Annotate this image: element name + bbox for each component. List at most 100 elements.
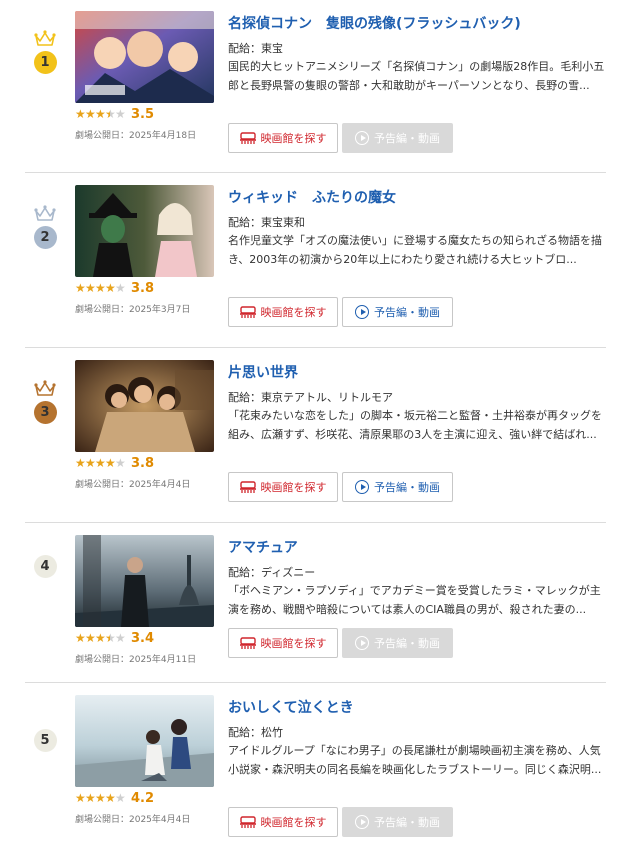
star-icon: ★ xyxy=(115,791,126,805)
star-icon: ★ xyxy=(75,456,86,470)
trailer-label: 予告編・動画 xyxy=(374,637,440,650)
find-theater-label: 映画館を探す xyxy=(260,306,327,319)
find-theater-label: 映画館を探す xyxy=(260,816,327,829)
trailer-label: 予告編・動画 xyxy=(374,481,440,494)
synopsis: 「花束みたいな恋をした」の脚本・坂元裕二と監督・土井裕泰が再タッグを組み、広瀬す… xyxy=(228,409,602,441)
release-date: 劇場公開日：2025年4月4日 xyxy=(75,480,191,490)
rating: ★ ★ ★ ★ ★ 3.8 xyxy=(75,455,155,471)
movie-poster[interactable] xyxy=(75,11,214,103)
movie-poster[interactable] xyxy=(75,535,214,627)
rating-stars: ★ ★ ★ ★ ★ xyxy=(75,107,126,121)
release-date: 劇場公開日：2025年3月7日 xyxy=(75,305,191,315)
trailer-label: 予告編・動画 xyxy=(374,816,440,829)
star-icon: ★ xyxy=(95,107,106,121)
find-theater-button[interactable]: 映画館を探す xyxy=(228,628,338,658)
movie-title[interactable]: 片思い世界 xyxy=(228,362,298,382)
rank-number: 5 xyxy=(33,729,57,752)
star-icon: ★ xyxy=(105,107,116,121)
star-icon: ★ xyxy=(95,631,106,645)
find-theater-button[interactable]: 映画館を探す xyxy=(228,472,338,502)
star-icon: ★ xyxy=(105,631,116,645)
star-icon: ★ xyxy=(75,631,86,645)
star-icon: ★ xyxy=(75,791,86,805)
movie-poster[interactable] xyxy=(75,695,214,787)
find-theater-button[interactable]: 映画館を探す xyxy=(228,807,338,837)
trailer-button: 予告編・動画 xyxy=(342,123,453,153)
rating-stars: ★ ★ ★ ★ ★ xyxy=(75,791,126,805)
play-circle-icon xyxy=(355,131,369,145)
star-icon: ★ xyxy=(105,456,116,470)
theater-seat-icon xyxy=(239,636,256,649)
crown-icon xyxy=(34,30,56,46)
movie-poster[interactable] xyxy=(75,185,214,277)
star-icon: ★ xyxy=(85,456,96,470)
rank-number: 2 xyxy=(33,226,57,249)
star-icon: ★ xyxy=(85,631,96,645)
theater-seat-icon xyxy=(239,131,256,144)
rating: ★ ★ ★ ★ ★ 3.8 xyxy=(75,280,155,296)
rating-score: 3.8 xyxy=(131,455,155,471)
movie-title[interactable]: アマチュア xyxy=(228,537,298,557)
trailer-button: 予告編・動画 xyxy=(342,807,453,837)
ranking-item-2: 2 ★ ★ ★ ★ ★ 3.8 劇場公開日：2025年3月7日 ウィキッド ふたりの魔女 xyxy=(0,172,640,347)
trailer-button[interactable]: 予告編・動画 xyxy=(342,472,453,502)
theater-seat-icon xyxy=(239,480,256,493)
theater-seat-icon xyxy=(239,815,256,828)
rank-number: 1 xyxy=(33,51,57,74)
rating-score: 4.2 xyxy=(131,790,155,806)
star-icon: ★ xyxy=(105,791,116,805)
rank-number: 4 xyxy=(33,555,57,578)
star-icon: ★ xyxy=(75,281,86,295)
movie-title[interactable]: ウィキッド ふたりの魔女 xyxy=(228,187,396,207)
rating: ★ ★ ★ ★ ★ 3.5 xyxy=(75,106,155,122)
star-icon: ★ xyxy=(115,281,126,295)
play-circle-icon xyxy=(355,305,369,319)
find-theater-button[interactable]: 映画館を探す xyxy=(228,123,338,153)
distributor: 配給：松竹 xyxy=(228,726,283,739)
rating-stars: ★ ★ ★ ★ ★ xyxy=(75,631,126,645)
rating-score: 3.8 xyxy=(131,280,155,296)
distributor: 配給：東宝東和 xyxy=(228,216,305,229)
star-icon: ★ xyxy=(75,107,86,121)
ranking-list: 1 ★ ★ ★ ★ ★ 3.5 劇場公開日：2025年4月18日 名探偵コナン 隻眼の残… xyxy=(0,0,640,850)
rating-score: 3.4 xyxy=(131,630,155,646)
rating-stars: ★ ★ ★ ★ ★ xyxy=(75,281,126,295)
ranking-item-3: 3 ★ ★ ★ ★ ★ 3.8 劇場公開日：2025年4月4日 片思い世界 配給：東京テ… xyxy=(0,347,640,522)
play-circle-icon xyxy=(355,815,369,829)
distributor: 配給：ディズニー xyxy=(228,566,316,579)
star-icon: ★ xyxy=(85,791,96,805)
trailer-button: 予告編・動画 xyxy=(342,628,453,658)
star-icon: ★ xyxy=(95,281,106,295)
rating-score: 3.5 xyxy=(131,106,155,122)
rating: ★ ★ ★ ★ ★ 3.4 xyxy=(75,630,155,646)
star-icon: ★ xyxy=(85,107,96,121)
find-theater-label: 映画館を探す xyxy=(260,132,327,145)
synopsis: 国民的大ヒットアニメシリーズ「名探偵コナン」の劇場版28作目。毛利小五郎と長野県… xyxy=(228,60,605,92)
crown-icon xyxy=(34,205,56,221)
release-date: 劇場公開日：2025年4月4日 xyxy=(75,815,191,825)
trailer-button[interactable]: 予告編・動画 xyxy=(342,297,453,327)
movie-title[interactable]: おいしくて泣くとき xyxy=(228,697,354,717)
movie-poster[interactable] xyxy=(75,360,214,452)
release-date: 劇場公開日：2025年4月11日 xyxy=(75,655,197,665)
rank-block: 2 xyxy=(30,205,60,249)
rating: ★ ★ ★ ★ ★ 4.2 xyxy=(75,790,155,806)
ranking-item-5: 5 ★ ★ ★ ★ ★ 4.2 劇場公開日：2025年4月4日 おいしくて泣くとき 配給… xyxy=(0,682,640,850)
rank-block: 3 xyxy=(30,380,60,424)
play-circle-icon xyxy=(355,480,369,494)
release-date: 劇場公開日：2025年4月18日 xyxy=(75,131,197,141)
trailer-label: 予告編・動画 xyxy=(374,306,440,319)
find-theater-button[interactable]: 映画館を探す xyxy=(228,297,338,327)
star-icon: ★ xyxy=(95,456,106,470)
synopsis: 名作児童文学「オズの魔法使い」に登場する魔女たちの知られざる物語を描き、2003… xyxy=(228,234,602,266)
star-icon: ★ xyxy=(115,631,126,645)
find-theater-label: 映画館を探す xyxy=(260,481,327,494)
star-icon: ★ xyxy=(105,281,116,295)
rating-stars: ★ ★ ★ ★ ★ xyxy=(75,456,126,470)
synopsis: アイドルグループ「なにわ男子」の長尾謙杜が劇場映画初主演を務め、人気小説家・森沢… xyxy=(228,744,602,776)
movie-title[interactable]: 名探偵コナン 隻眼の残像(フラッシュバック) xyxy=(228,13,521,33)
ranking-item-4: 4 ★ ★ ★ ★ ★ 3.4 劇場公開日：2025年4月11日 アマチュア 配給：ディ… xyxy=(0,522,640,682)
rank-block: 1 xyxy=(30,30,60,74)
distributor: 配給：東宝 xyxy=(228,42,283,55)
play-circle-icon xyxy=(355,636,369,650)
